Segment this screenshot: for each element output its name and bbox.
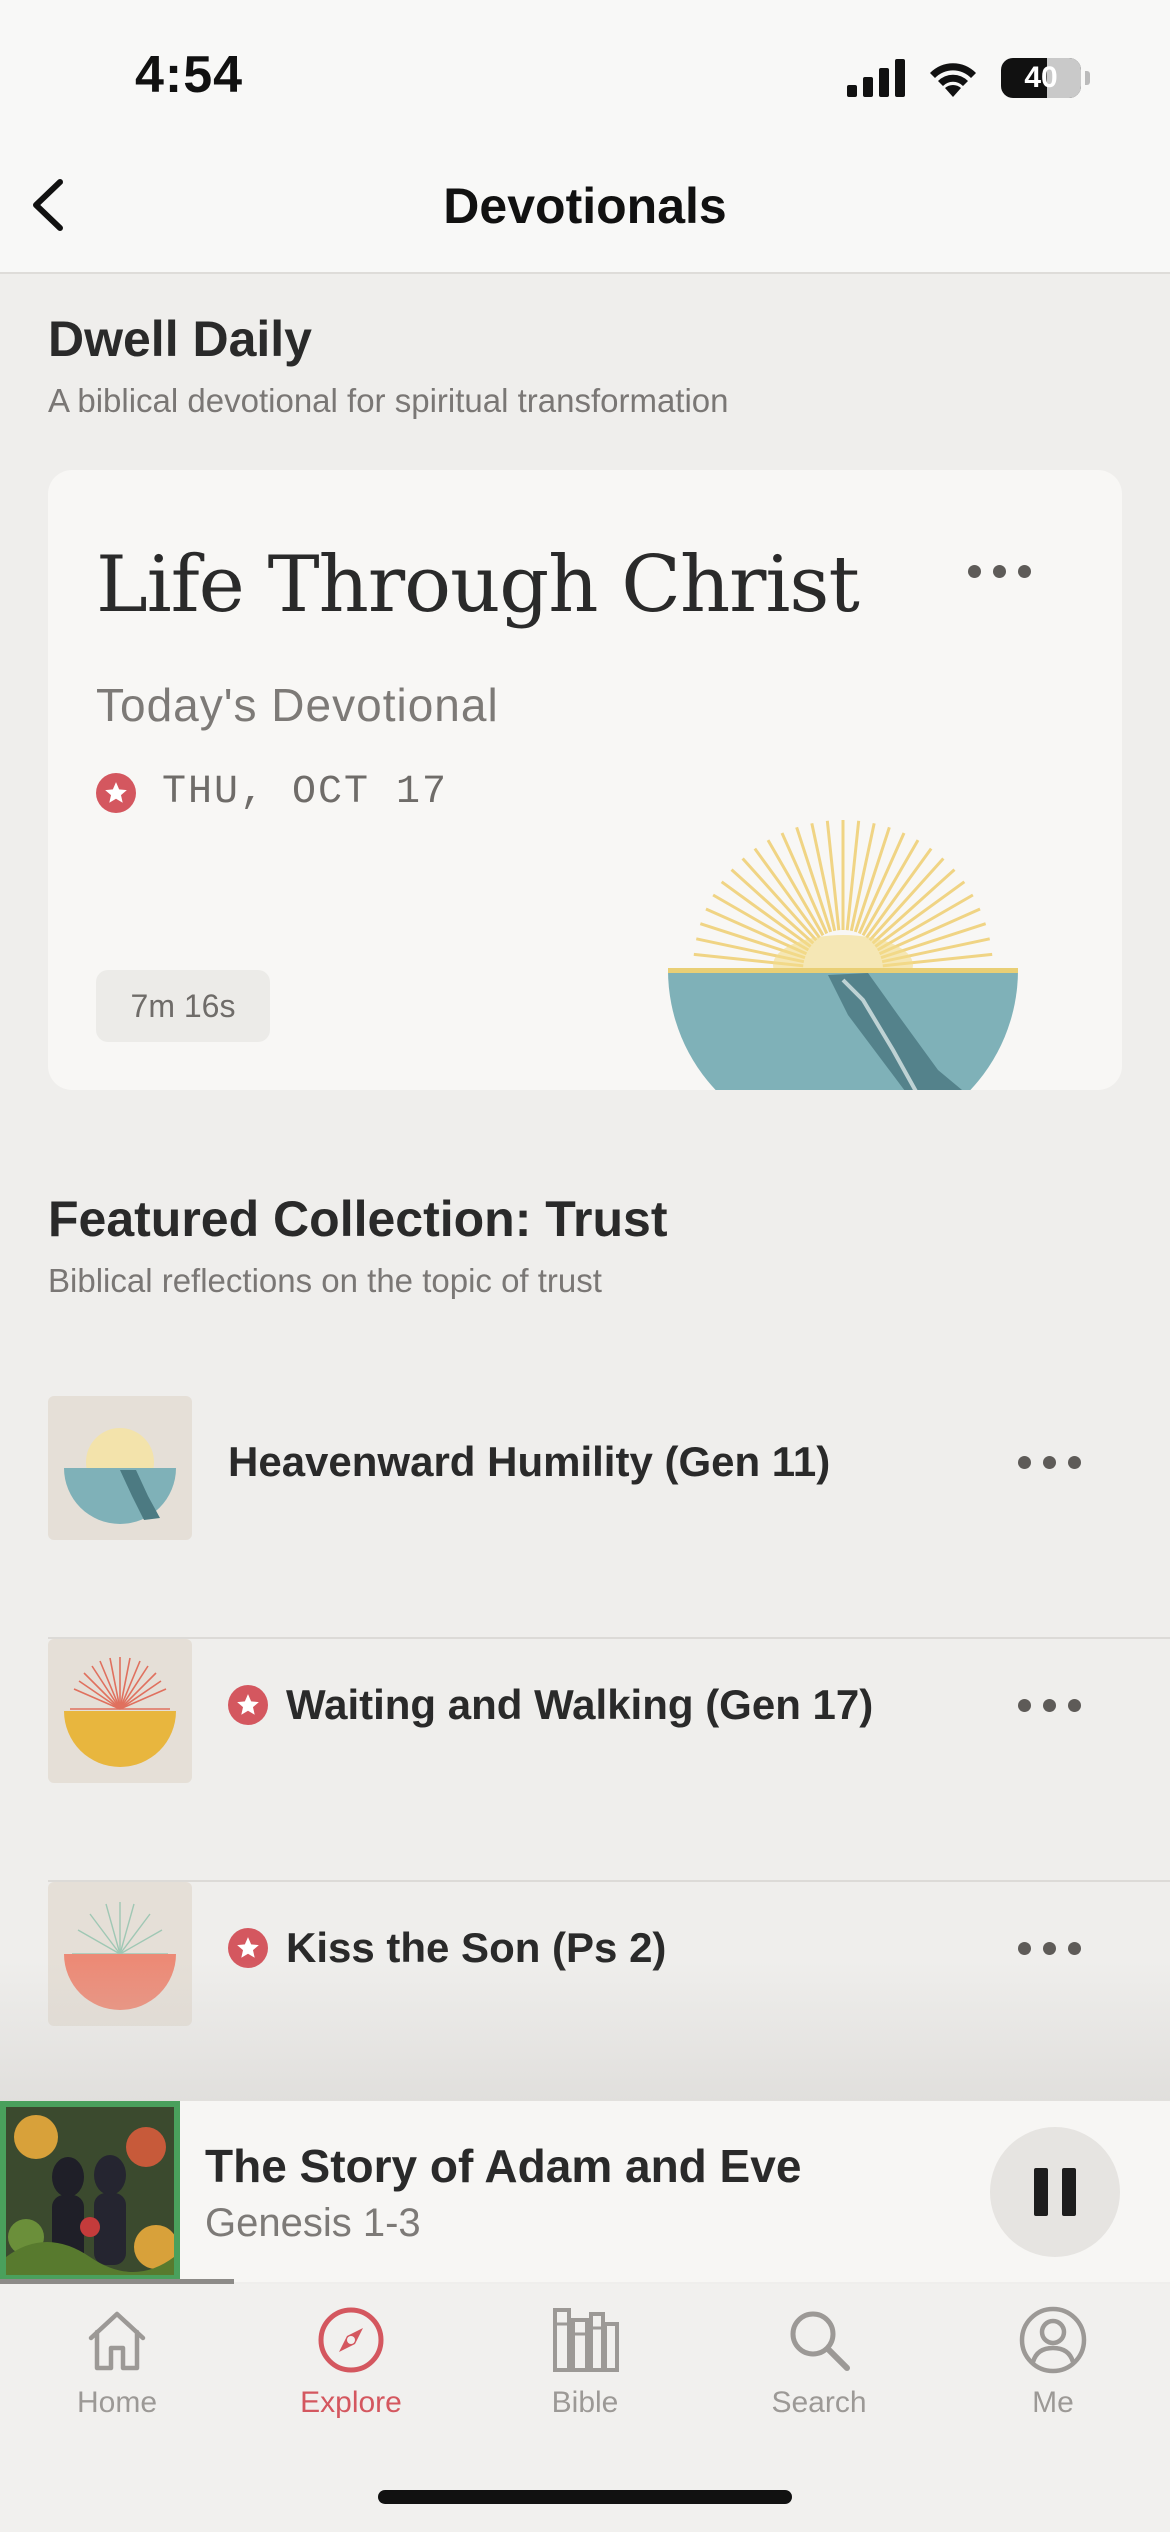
battery-level: 40: [1024, 61, 1058, 94]
sun-ray: [730, 868, 815, 945]
list-item[interactable]: Waiting and Walking (Gen 17): [48, 1639, 1170, 1882]
sun-ray: [810, 822, 837, 932]
more-button[interactable]: [1018, 1456, 1081, 1469]
battery-tip: [1085, 71, 1090, 85]
tab-label: Search: [771, 2386, 867, 2419]
devotional-date: THU, OCT 17: [162, 770, 449, 815]
devotional-thumbnail: [48, 1639, 192, 1783]
duration-badge: 7m 16s: [96, 970, 270, 1042]
list-item-title: Heavenward Humility (Gen 11): [228, 1438, 831, 1485]
now-playing-title: The Story of Adam and Eve: [205, 2140, 802, 2192]
mini-player[interactable]: The Story of Adam and Eve Genesis 1-3: [0, 2100, 1170, 2285]
now-playing-subtitle: Genesis 1-3: [205, 2201, 421, 2245]
tab-label: Bible: [551, 2386, 619, 2419]
card-more-button[interactable]: [968, 565, 1031, 578]
status-time: 4:54: [135, 46, 244, 104]
battery-icon: 40: [1001, 58, 1081, 98]
devotional-subtitle: Today's Devotional: [96, 679, 499, 731]
pause-button[interactable]: [990, 2127, 1120, 2257]
books-icon: [553, 2308, 619, 2372]
profile-icon: [1019, 2306, 1087, 2374]
list-item[interactable]: Heavenward Humility (Gen 11): [48, 1396, 1170, 1639]
featured-section-subtitle: Biblical reflections on the topic of tru…: [48, 1262, 602, 1299]
sun-ray: [868, 857, 945, 942]
cellular-signal-icon: [847, 59, 905, 97]
star-badge-icon: [96, 772, 136, 813]
sun-ray: [825, 820, 841, 931]
tab-label: Explore: [300, 2386, 402, 2419]
now-playing-artwork: [0, 2101, 180, 2281]
search-icon: [790, 2311, 850, 2371]
sunrise-artwork: [668, 820, 1018, 1090]
pause-bar: [1062, 2168, 1076, 2216]
devotional-title: Life Through Christ: [96, 540, 860, 630]
page-title: Devotionals: [443, 178, 727, 234]
dwell-section-subtitle: A biblical devotional for spiritual tran…: [48, 382, 729, 419]
status-bar: 4:54 40: [0, 0, 1170, 140]
dwell-section-title: Dwell Daily: [48, 311, 312, 367]
sun-ray: [741, 857, 818, 942]
star-badge-icon: [228, 1685, 268, 1725]
sun-ray: [845, 820, 861, 931]
tab-label: Home: [76, 2386, 158, 2419]
tab-explore[interactable]: Explore: [234, 2304, 468, 2434]
tab-search[interactable]: Search: [702, 2304, 936, 2434]
list-item-title-wrap: Waiting and Walking (Gen 17): [228, 1681, 873, 1729]
tab-me[interactable]: Me: [936, 2304, 1170, 2434]
list-item-title: Waiting and Walking (Gen 17): [286, 1681, 874, 1728]
tab-home[interactable]: Home: [0, 2304, 234, 2434]
todays-devotional-card[interactable]: Life Through Christ Today's Devotional T…: [48, 470, 1122, 1090]
pause-bar: [1034, 2168, 1048, 2216]
wifi-icon: [930, 63, 976, 97]
sun-ray: [871, 868, 956, 945]
home-icon: [88, 2311, 146, 2371]
tab-label: Me: [1032, 2386, 1074, 2419]
compass-icon: [318, 2307, 384, 2373]
devotional-thumbnail: [48, 1396, 192, 1540]
more-button[interactable]: [1018, 1942, 1081, 1955]
list-item-title-wrap: Heavenward Humility (Gen 11): [228, 1438, 830, 1486]
devotional-date-row: THU, OCT 17: [96, 770, 448, 815]
scroll-fade: [0, 1960, 1170, 2100]
sun-ray: [849, 822, 876, 932]
tab-bible[interactable]: Bible: [468, 2304, 702, 2434]
home-indicator: [378, 2490, 792, 2504]
status-icons: 40: [847, 56, 1090, 100]
more-button[interactable]: [1018, 1699, 1081, 1712]
featured-section-title: Featured Collection: Trust: [48, 1191, 668, 1247]
